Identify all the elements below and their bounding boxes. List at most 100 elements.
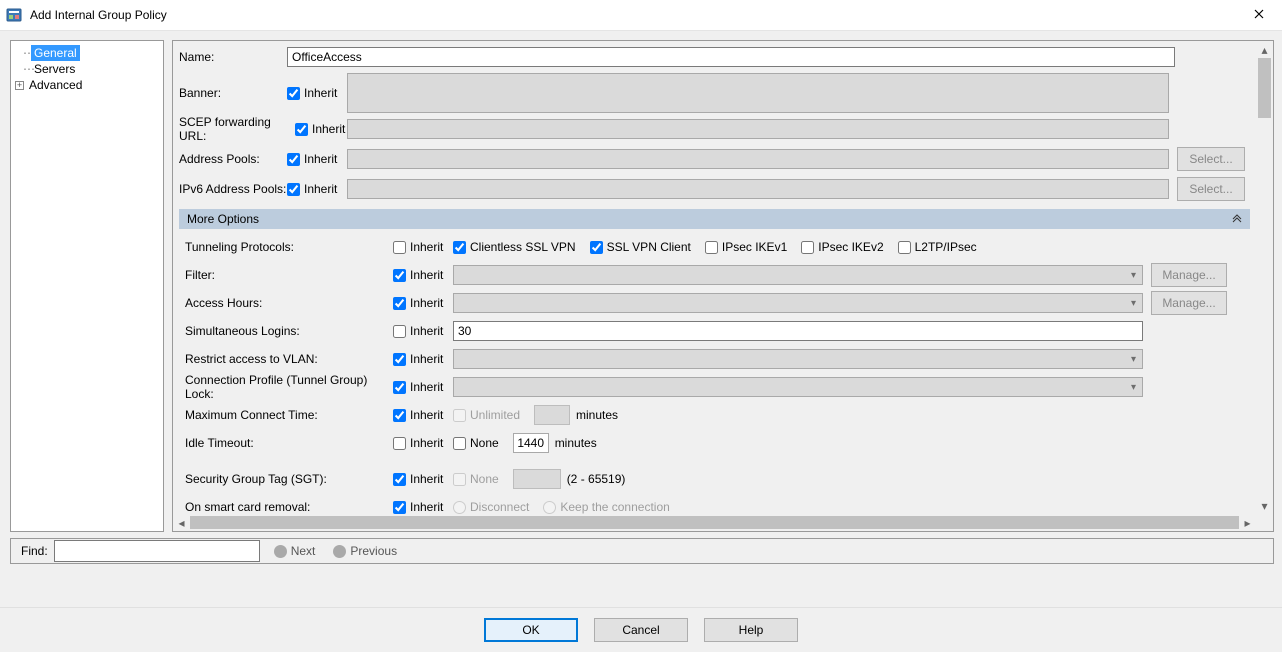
tree-item-advanced[interactable]: + Advanced: [15, 77, 159, 93]
conn-profile-lock-inherit-checkbox[interactable]: [393, 381, 406, 394]
smartcard-keep: Keep the connection: [543, 500, 669, 514]
row-smartcard: On smart card removal: Inherit Disconnec…: [185, 493, 1244, 514]
row-max-connect: Maximum Connect Time: Inherit Unlimited …: [185, 401, 1244, 429]
opt-clientless-ssl-vpn[interactable]: Clientless SSL VPN: [453, 240, 576, 254]
scep-input: [347, 119, 1169, 139]
ipv6pools-select-button[interactable]: Select...: [1177, 177, 1245, 201]
sgt-inherit-checkbox[interactable]: [393, 473, 406, 486]
tree-branch-icon: ⋯: [23, 61, 31, 77]
ipv6pools-inherit[interactable]: Inherit: [287, 182, 347, 196]
vertical-scrollbar[interactable]: ▴ ▾: [1256, 41, 1273, 514]
max-connect-unlimited-checkbox: [453, 409, 466, 422]
cancel-button[interactable]: Cancel: [594, 618, 688, 642]
tunneling-inherit[interactable]: Inherit: [393, 240, 453, 254]
row-sim-logins: Simultaneous Logins: Inherit: [185, 317, 1244, 345]
horizontal-scrollbar[interactable]: ◂ ▸: [173, 514, 1256, 531]
main-panel: Name: Banner: Inherit SCEP forwarding UR…: [172, 40, 1274, 532]
close-button[interactable]: [1236, 0, 1282, 30]
label-address-pools: Address Pools:: [179, 152, 287, 166]
scroll-up-icon[interactable]: ▴: [1256, 41, 1273, 58]
expand-icon[interactable]: +: [15, 81, 24, 90]
ikev2-checkbox[interactable]: [801, 241, 814, 254]
tree-item-general[interactable]: ⋯ General: [15, 45, 159, 61]
scroll-thumb[interactable]: [190, 516, 1239, 529]
access-hours-inherit-checkbox[interactable]: [393, 297, 406, 310]
scep-inherit[interactable]: Inherit: [295, 122, 347, 136]
smartcard-disconnect-radio: [453, 501, 466, 514]
opt-ipsec-ikev1[interactable]: IPsec IKEv1: [705, 240, 787, 254]
banner-inherit-checkbox[interactable]: [287, 87, 300, 100]
label-filter: Filter:: [185, 268, 393, 282]
scroll-right-icon[interactable]: ▸: [1239, 514, 1256, 531]
previous-icon: [333, 545, 346, 558]
scroll-left-icon[interactable]: ◂: [173, 514, 190, 531]
smartcard-inherit[interactable]: Inherit: [393, 500, 453, 514]
sim-logins-input[interactable]: [453, 321, 1143, 341]
ok-button[interactable]: OK: [484, 618, 578, 642]
row-banner: Banner: Inherit: [179, 73, 1250, 113]
row-access-hours: Access Hours: Inherit ▾ Manage...: [185, 289, 1244, 317]
max-connect-value: [534, 405, 570, 425]
find-previous[interactable]: Previous: [333, 544, 397, 558]
idle-timeout-inherit[interactable]: Inherit: [393, 436, 453, 450]
max-connect-inherit[interactable]: Inherit: [393, 408, 453, 422]
max-connect-inherit-checkbox[interactable]: [393, 409, 406, 422]
clientless-checkbox[interactable]: [453, 241, 466, 254]
row-restrict-vlan: Restrict access to VLAN: Inherit ▾: [185, 345, 1244, 373]
restrict-vlan-inherit[interactable]: Inherit: [393, 352, 453, 366]
sslclient-checkbox[interactable]: [590, 241, 603, 254]
collapse-icon[interactable]: [1232, 213, 1242, 226]
row-address-pools: Address Pools: Inherit Select...: [179, 145, 1250, 173]
scroll-down-icon[interactable]: ▾: [1256, 497, 1273, 514]
chevron-down-icon: ▾: [1127, 382, 1140, 393]
ipv6pools-inherit-checkbox[interactable]: [287, 183, 300, 196]
sgt-range: (2 - 65519): [567, 472, 626, 486]
opt-ssl-vpn-client[interactable]: SSL VPN Client: [590, 240, 691, 254]
l2tp-checkbox[interactable]: [898, 241, 911, 254]
ikev1-checkbox[interactable]: [705, 241, 718, 254]
row-sgt: Security Group Tag (SGT): Inherit None (…: [185, 465, 1244, 493]
addrpools-select-button[interactable]: Select...: [1177, 147, 1245, 171]
addrpools-inherit[interactable]: Inherit: [287, 152, 347, 166]
chevron-down-icon: ▾: [1127, 354, 1140, 365]
more-options-label: More Options: [187, 212, 259, 226]
row-scep: SCEP forwarding URL: Inherit: [179, 115, 1250, 143]
banner-inherit[interactable]: Inherit: [287, 86, 347, 100]
button-bar: OK Cancel Help: [0, 607, 1282, 652]
scep-inherit-checkbox[interactable]: [295, 123, 308, 136]
filter-inherit[interactable]: Inherit: [393, 268, 453, 282]
work-area: ⋯ General ⋯ Servers + Advanced Name: Ban…: [0, 30, 1282, 608]
ipv6pools-input: [347, 179, 1169, 199]
addrpools-inherit-checkbox[interactable]: [287, 153, 300, 166]
smartcard-inherit-checkbox[interactable]: [393, 501, 406, 514]
tunneling-inherit-checkbox[interactable]: [393, 241, 406, 254]
help-button[interactable]: Help: [704, 618, 798, 642]
restrict-vlan-combo: ▾: [453, 349, 1143, 369]
idle-timeout-inherit-checkbox[interactable]: [393, 437, 406, 450]
tree-item-servers[interactable]: ⋯ Servers: [15, 61, 159, 77]
find-input[interactable]: [54, 540, 260, 562]
restrict-vlan-inherit-checkbox[interactable]: [393, 353, 406, 366]
scroll-thumb[interactable]: [1258, 58, 1271, 118]
sgt-inherit[interactable]: Inherit: [393, 472, 453, 486]
name-input[interactable]: [287, 47, 1175, 67]
conn-profile-lock-inherit[interactable]: Inherit: [393, 380, 453, 394]
opt-l2tp-ipsec[interactable]: L2TP/IPsec: [898, 240, 977, 254]
label-access-hours: Access Hours:: [185, 296, 393, 310]
access-hours-inherit[interactable]: Inherit: [393, 296, 453, 310]
filter-inherit-checkbox[interactable]: [393, 269, 406, 282]
idle-timeout-none[interactable]: None: [453, 436, 499, 450]
more-options-header[interactable]: More Options: [179, 209, 1250, 229]
access-hours-manage-button[interactable]: Manage...: [1151, 291, 1227, 315]
next-icon: [274, 545, 287, 558]
find-label: Find:: [21, 544, 48, 558]
opt-ipsec-ikev2[interactable]: IPsec IKEv2: [801, 240, 883, 254]
sim-logins-inherit[interactable]: Inherit: [393, 324, 453, 338]
smartcard-keep-radio: [543, 501, 556, 514]
idle-timeout-none-checkbox[interactable]: [453, 437, 466, 450]
idle-timeout-input[interactable]: [513, 433, 549, 453]
chevron-down-icon: ▾: [1127, 270, 1140, 281]
find-next[interactable]: Next: [274, 544, 316, 558]
sim-logins-inherit-checkbox[interactable]: [393, 325, 406, 338]
filter-manage-button[interactable]: Manage...: [1151, 263, 1227, 287]
